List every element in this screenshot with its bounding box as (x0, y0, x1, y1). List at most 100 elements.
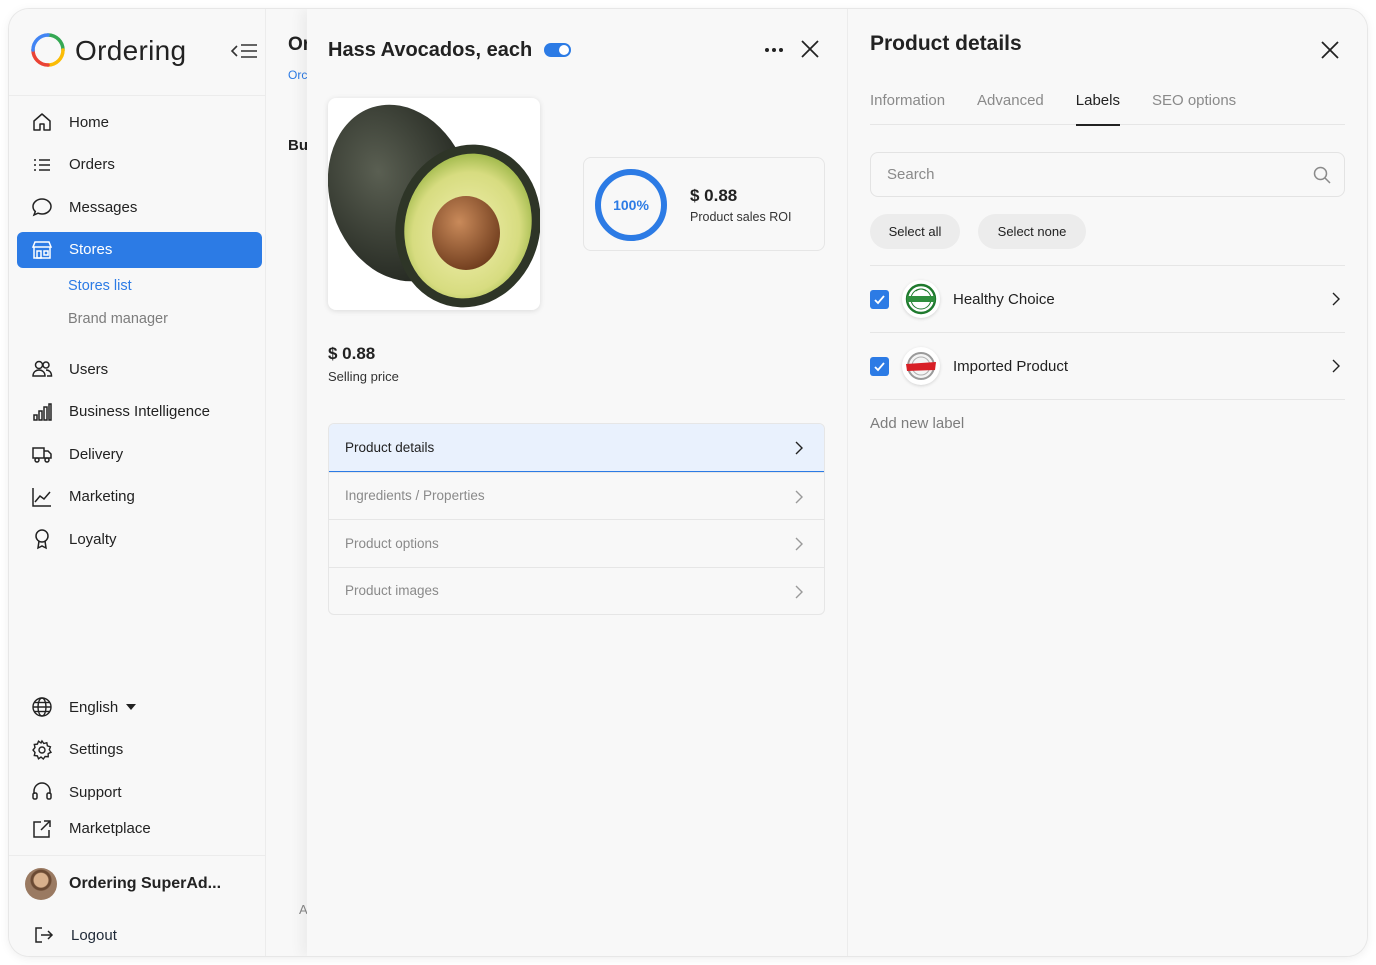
sidebar-item-users[interactable]: Users (17, 351, 262, 387)
sidebar-item-label: Users (69, 360, 109, 378)
label-badge-image (902, 280, 940, 318)
selling-price: $ 0.88 (328, 344, 376, 363)
sidebar-item-support[interactable]: Support (17, 774, 262, 810)
bar-chart-icon (31, 401, 53, 423)
tab-labels[interactable]: Labels (1075, 89, 1121, 126)
background-page: Or Orc Bu A (267, 9, 310, 956)
sidebar-item-marketplace[interactable]: Marketplace (17, 811, 262, 847)
line-chart-icon (31, 486, 53, 508)
sidebar-item-settings[interactable]: Settings (17, 732, 262, 768)
product-enabled-toggle[interactable] (544, 43, 572, 57)
list-item[interactable]: Imported Product (870, 333, 1345, 400)
divider (9, 855, 266, 856)
more-options-icon[interactable] (763, 39, 785, 61)
award-icon (31, 528, 53, 550)
divider (9, 95, 266, 96)
product-header: Hass Avocados, each (328, 35, 825, 65)
label-list: Healthy Choice Imported Product (870, 265, 1345, 400)
chevron-right-icon (795, 585, 803, 598)
ordering-logo-icon (31, 33, 65, 67)
sidebar-item-orders[interactable]: Orders (17, 147, 262, 183)
language-label: English (69, 698, 119, 716)
tab-seo-options[interactable]: SEO options (1152, 89, 1236, 125)
panel-title: Product details (870, 32, 1022, 55)
menu-item-label: Product details (345, 439, 435, 455)
sidebar-item-label: Support (69, 783, 122, 801)
caret-down-icon (126, 704, 137, 710)
sidebar-item-business-intelligence[interactable]: Business Intelligence (17, 394, 262, 430)
sidebar-subitem-stores-list[interactable]: Stores list (17, 274, 262, 298)
chevron-right-icon (795, 537, 803, 551)
menu-item-ingredients[interactable]: Ingredients / Properties (329, 471, 824, 520)
search-icon[interactable] (1312, 165, 1332, 185)
sidebar-item-stores[interactable]: Stores (17, 231, 262, 268)
sidebar-item-label: Delivery (69, 445, 124, 463)
healthy-choice-badge-icon (905, 283, 937, 315)
sidebar-subitem-label: Stores list (68, 278, 132, 294)
menu-item-product-options[interactable]: Product options (329, 519, 824, 567)
add-new-label-link[interactable]: Add new label (870, 415, 964, 432)
breadcrumb[interactable]: Orc (288, 68, 307, 82)
user-name: Ordering SuperAd... (69, 875, 222, 892)
chevron-right-icon[interactable] (1329, 292, 1343, 306)
menu-item-product-details[interactable]: Product details (329, 424, 824, 472)
tab-information[interactable]: Information (870, 89, 945, 125)
roi-label: Product sales ROI (690, 210, 792, 224)
label-checkbox[interactable] (870, 289, 889, 309)
app-window: Ordering Home Orders Messages Stores Sto… (9, 9, 1367, 956)
label-name: Imported Product (953, 357, 1069, 375)
sidebar-subitem-label: Brand manager (68, 311, 168, 327)
language-selector[interactable]: English (17, 689, 262, 725)
product-panel: Hass Avocados, each 100% $ 0.88 Product … (307, 9, 847, 956)
user-profile[interactable]: Ordering SuperAd... (25, 867, 255, 901)
sidebar-item-loyalty[interactable]: Loyalty (17, 521, 262, 557)
sidebar-item-label: Messages (69, 198, 138, 216)
home-icon (31, 111, 53, 133)
menu-item-product-images[interactable]: Product images (329, 566, 824, 615)
sidebar-item-label: Settings (69, 741, 124, 758)
globe-icon (31, 696, 53, 718)
select-all-button[interactable]: Select all (870, 214, 960, 249)
imported-product-badge-icon (906, 352, 936, 380)
chevron-right-icon (795, 441, 803, 455)
sidebar-item-messages[interactable]: Messages (17, 189, 262, 225)
roi-value: $ 0.88 (690, 186, 738, 205)
sidebar-item-delivery[interactable]: Delivery (17, 436, 262, 472)
sidebar-item-marketing[interactable]: Marketing (17, 479, 262, 515)
avatar (25, 868, 57, 900)
logout-icon (33, 924, 55, 946)
search-input[interactable] (871, 153, 1271, 196)
product-details-panel: Product details Information Advanced Lab… (847, 9, 1367, 956)
store-icon (31, 239, 53, 261)
external-link-icon (31, 818, 53, 840)
list-item[interactable]: Healthy Choice (870, 266, 1345, 333)
menu-item-label: Ingredients / Properties (345, 488, 485, 504)
sidebar-bottom: English Settings Support Marketplace (17, 689, 262, 853)
sidebar-item-label: Marketing (69, 488, 135, 505)
selling-price-label: Selling price (328, 369, 399, 384)
label-search (870, 152, 1345, 197)
check-icon (874, 294, 885, 304)
sidebar-item-home[interactable]: Home (17, 104, 262, 140)
logout-button[interactable]: Logout (33, 922, 117, 948)
chevron-right-icon[interactable] (1329, 359, 1343, 373)
close-icon[interactable] (1319, 39, 1341, 61)
headset-icon (31, 781, 53, 803)
users-icon (31, 358, 53, 380)
sidebar-item-label: Orders (69, 156, 115, 173)
product-image[interactable] (328, 98, 540, 310)
sidebar-item-label: Business Intelligence (69, 403, 210, 420)
select-none-button[interactable]: Select none (978, 214, 1086, 249)
list-icon (31, 154, 53, 176)
close-icon[interactable] (799, 38, 821, 60)
collapse-sidebar-icon[interactable] (229, 39, 259, 63)
chevron-right-icon (795, 490, 803, 503)
menu-item-label: Product images (345, 583, 439, 599)
label-checkbox[interactable] (870, 356, 889, 376)
sidebar-item-label: Stores (69, 241, 113, 258)
truck-icon (31, 443, 53, 465)
tab-advanced[interactable]: Advanced (977, 89, 1044, 125)
sidebar-subitem-brand-manager[interactable]: Brand manager (17, 307, 262, 331)
roi-card: 100% $ 0.88 Product sales ROI (583, 157, 825, 251)
main-nav: Home Orders Messages Stores Stores list … (17, 104, 262, 564)
